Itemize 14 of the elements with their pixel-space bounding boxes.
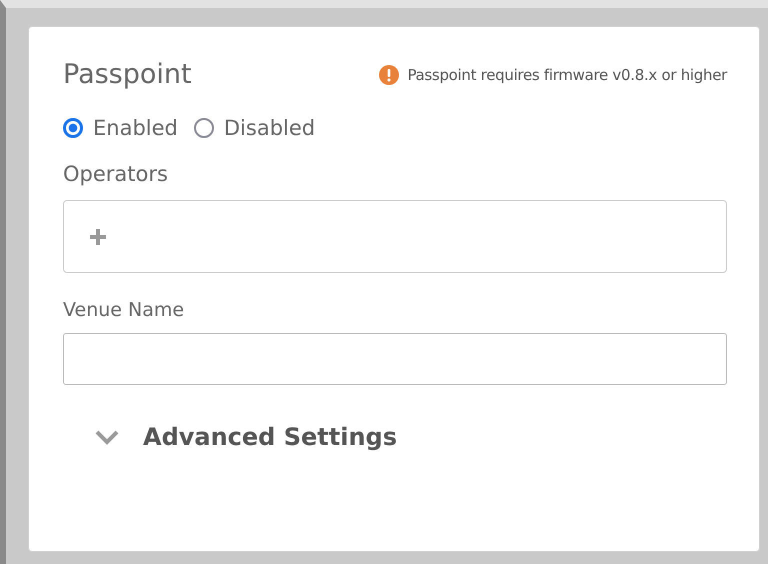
- advanced-settings-toggle[interactable]: Advanced Settings: [95, 423, 398, 451]
- operators-field[interactable]: [63, 200, 727, 273]
- chevron-icon: [95, 429, 119, 445]
- radio-label[interactable]: Disabled: [224, 116, 316, 140]
- radio-button[interactable]: [63, 118, 83, 138]
- section-title: Passpoint: [63, 59, 192, 90]
- firmware-notice: Passpoint requires firmware v0.8.x or higher: [407, 66, 727, 84]
- field-label: Venue Name: [63, 299, 186, 321]
- field-label: Operators: [63, 162, 169, 186]
- venue-name-field[interactable]: [63, 333, 727, 385]
- warning-icon: [379, 64, 400, 84]
- plus-icon[interactable]: [90, 228, 106, 244]
- radio-button[interactable]: [194, 118, 214, 138]
- radio-label[interactable]: Enabled: [93, 116, 178, 140]
